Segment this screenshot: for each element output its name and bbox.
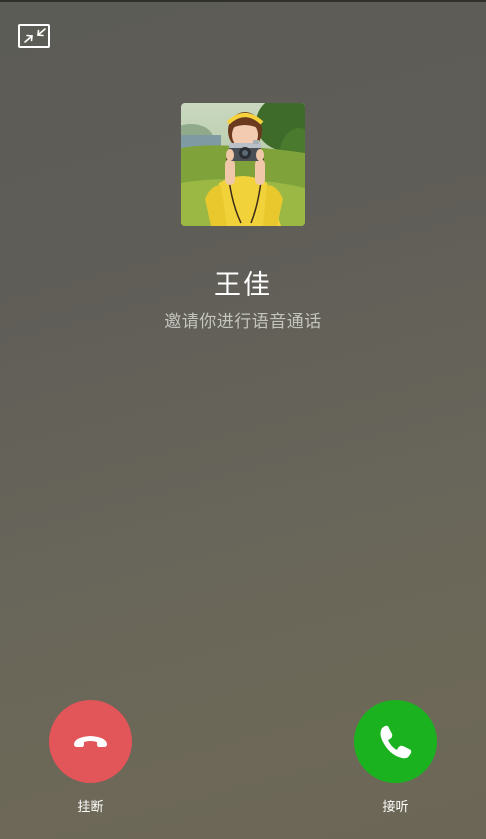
minimize-button[interactable] bbox=[18, 24, 50, 48]
incoming-call-screen: 王佳 邀请你进行语音通话 挂断 接听 bbox=[0, 0, 486, 839]
caller-name: 王佳 bbox=[214, 270, 272, 301]
phone-icon bbox=[380, 725, 412, 759]
decline-button[interactable] bbox=[49, 700, 132, 783]
hang-up-icon bbox=[74, 736, 107, 747]
accept-button[interactable] bbox=[354, 700, 437, 783]
caller-avatar bbox=[181, 103, 305, 226]
minimize-arrows-icon bbox=[24, 28, 46, 43]
status-bar-strip bbox=[0, 0, 486, 2]
call-status-text: 邀请你进行语音通话 bbox=[164, 312, 322, 332]
decline-label: 挂断 bbox=[77, 800, 104, 815]
accept-label: 接听 bbox=[382, 800, 409, 815]
